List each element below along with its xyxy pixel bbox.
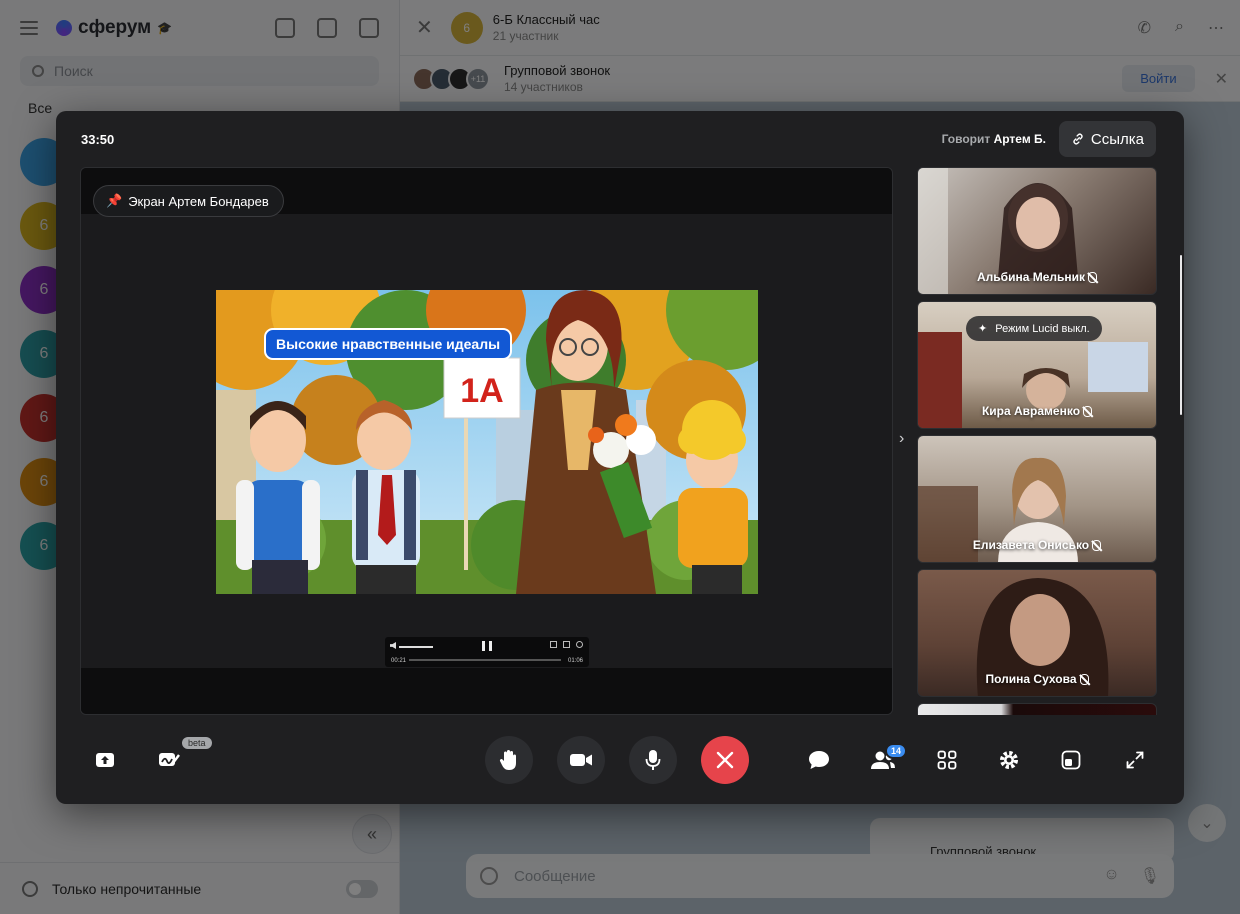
fullscreen-button[interactable] [1120,745,1150,775]
progress-bar[interactable] [409,659,561,661]
participant-tile[interactable]: ✦ Режим Lucid выкл. Кира Авраменко [917,301,1157,429]
participant-name-text: Кира Авраменко [981,404,1081,418]
end-call-icon [716,751,734,769]
copy-link-button[interactable]: Ссылка [1058,121,1156,157]
volume-icon[interactable] [390,642,396,649]
raise-hand-icon [499,750,516,770]
participant-tile[interactable] [917,703,1157,715]
call-timer: 33:50 [81,132,115,147]
pin-icon: 📌 [106,193,123,208]
speaker-name: Артем Б. [993,132,1046,146]
chat-button[interactable] [804,745,834,775]
settings-icon [1000,751,1018,769]
participant-name-text: Елизавета Онисько [972,538,1090,552]
pause-icon[interactable] [482,641,492,651]
camera-button[interactable] [557,736,605,784]
participant-tile[interactable]: Альбина Мельник [917,167,1157,295]
participants-count-badge: 14 [885,743,908,759]
screen-owner-pill[interactable]: 📌 Экран Артем Бондарев [93,185,284,217]
speaker-prefix: Говорит [941,132,991,146]
call-window: 33:50 Говорит Артем Б. Ссылка 📌 Экран Ар… [56,111,1184,804]
mic-off-icon [1088,272,1097,283]
participant-name-text: Полина Сухова [985,672,1077,686]
beta-badge: beta [182,737,212,749]
mic-off-icon [1083,406,1093,417]
participant-tile[interactable]: Полина Сухова [917,569,1157,697]
lucid-mode-badge: ✦ Режим Lucid выкл. [966,316,1102,341]
participant-name: Полина Сухова [918,672,1156,686]
link-label: Ссылка [1090,130,1144,148]
participant-name: Елизавета Онисько [918,538,1156,552]
chat-icon [809,751,829,769]
fullscreen-icon[interactable] [550,641,557,648]
total-time: 01:06 [567,658,583,664]
presentation-slide: 1А Высокие нравственные идеалы [216,290,758,594]
grid-layout-icon [937,750,957,770]
lucid-mode-label: Режим Lucid выкл. [995,322,1090,335]
pip-icon[interactable] [563,641,570,648]
participant-name-text: Альбина Мельник [976,270,1085,284]
participant-name: Альбина Мельник [918,270,1156,284]
whiteboard-button[interactable] [154,745,184,775]
share-screen-button[interactable] [90,745,120,775]
mic-off-icon [1079,674,1089,685]
letterbox-bottom [81,668,892,714]
raise-hand-button[interactable] [485,736,533,784]
grid-layout-button[interactable] [932,745,962,775]
current-speaker: Говорит Артем Б. [942,132,1046,146]
slide-sign-text: 1А [460,372,503,410]
link-icon [1073,133,1083,145]
volume-slider[interactable] [399,646,433,648]
current-time: 00:21 [391,658,407,664]
settings-button[interactable] [994,745,1024,775]
microphone-button[interactable] [629,736,677,784]
picture-in-picture-button[interactable] [1056,745,1086,775]
fullscreen-icon [1126,751,1144,769]
participant-scrollbar[interactable] [1180,255,1182,415]
sparkle-icon: ✦ [978,323,988,335]
participant-list: Альбина Мельник ✦ Режим Lucid выкл. Кира… [917,167,1157,715]
player-extra-controls [550,641,583,648]
whiteboard-icon [159,753,180,766]
screen-owner-label: Экран Артем Бондарев [128,193,269,209]
camera-icon [570,754,592,766]
shared-screen[interactable]: 📌 Экран Артем Бондарев 1А Высокие нравст… [80,167,893,715]
pip-icon [1061,750,1081,770]
settings-icon[interactable] [576,641,583,648]
slide-title: Высокие нравственные идеалы [264,328,513,360]
mic-off-icon [1092,540,1102,551]
end-call-button[interactable] [701,736,749,784]
participant-name: Кира Авраменко [918,404,1156,418]
microphone-icon [645,750,661,770]
video-player-controls[interactable]: 00:21 01:06 [385,637,589,667]
participant-tile[interactable]: Елизавета Онисько [917,435,1157,563]
upload-screen-icon [96,753,114,767]
chevron-right-icon[interactable]: › [899,430,904,448]
